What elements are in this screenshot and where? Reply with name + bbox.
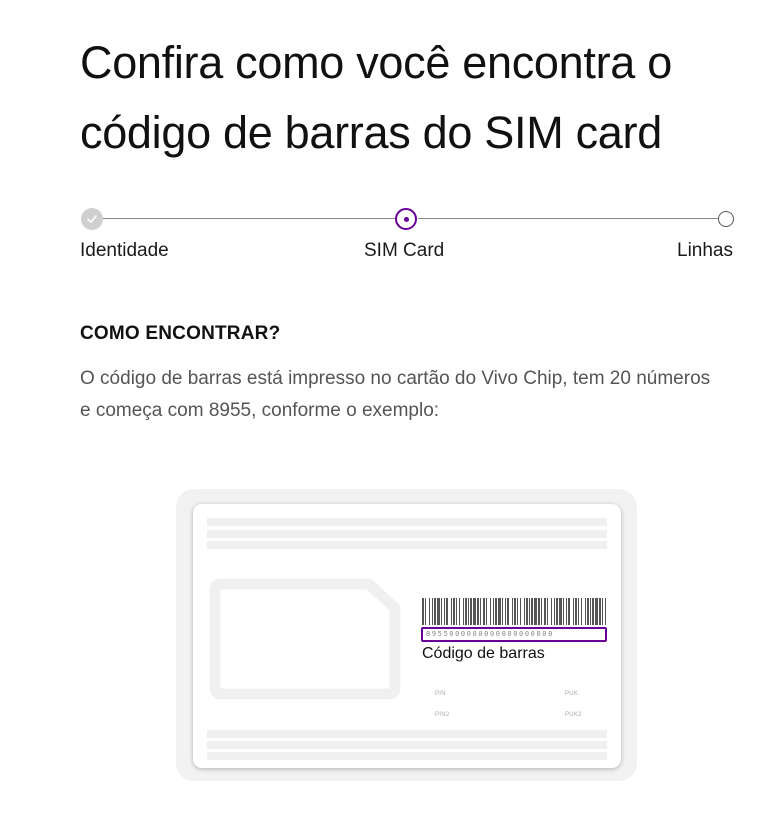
card-stripe — [207, 530, 607, 538]
barcode-number-highlight: 8955000000000000000000 — [421, 627, 607, 642]
step-label-linhas: Linhas — [677, 240, 733, 261]
barcode-bar — [605, 598, 606, 625]
step-linhas-pending-icon — [718, 211, 734, 227]
pin2-label: PIN2 — [435, 712, 450, 718]
pin-label: PIN — [435, 691, 446, 697]
puk-label: PUK — [565, 691, 579, 697]
card-stripe — [207, 730, 607, 738]
section-description: O código de barras está impresso no cart… — [80, 368, 711, 421]
step-label-simcard: SIM Card — [364, 240, 445, 261]
card-stripe — [207, 752, 607, 760]
section-heading: COMO ENCONTRAR? — [80, 323, 281, 344]
step-identidade-check-icon — [81, 208, 103, 230]
barcode-caption: Código de barras — [422, 645, 545, 662]
card-stripe — [207, 541, 607, 549]
card-stripe — [207, 741, 607, 749]
page-title: Confira como você encontra o código de b… — [80, 37, 672, 158]
card-stripe — [207, 518, 607, 526]
stepper-connector — [418, 218, 718, 219]
barcode-graphic — [422, 598, 606, 625]
sim-chip-outline-icon — [209, 578, 401, 700]
puk2-label: PUK2 — [565, 712, 582, 718]
progress-stepper: Identidade SIM Card Linhas — [80, 206, 745, 266]
step-label-identidade: Identidade — [80, 240, 169, 261]
sim-card-illustration: 8955000000000000000000 Código de barras … — [193, 504, 621, 768]
step-simcard-current-icon — [395, 208, 417, 230]
stepper-connector — [94, 218, 408, 219]
